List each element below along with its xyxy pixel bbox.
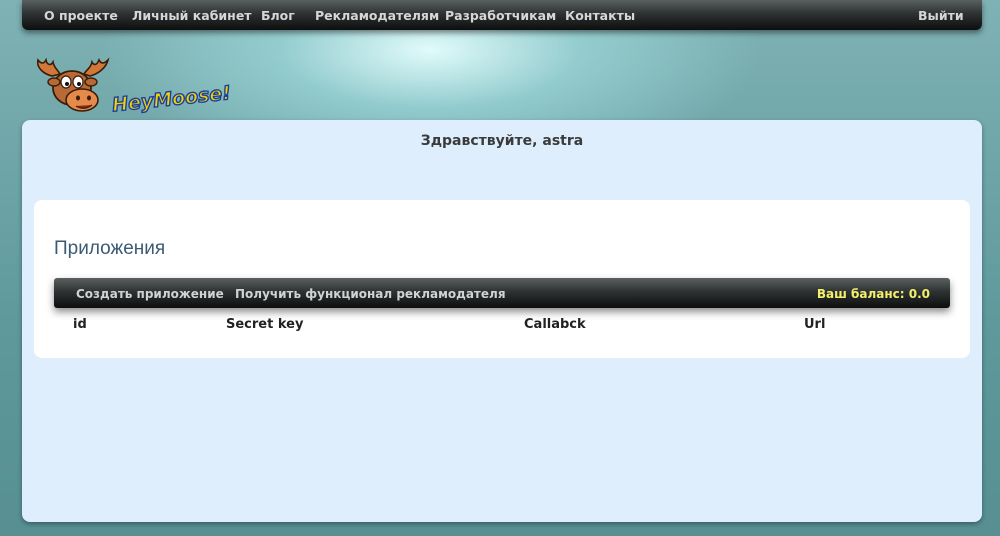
column-header-callback: Callabck xyxy=(524,317,586,332)
main-panel: Здравствуйте, astra Приложения Создать п… xyxy=(22,120,982,522)
nav-item-contacts[interactable]: Контакты xyxy=(565,8,635,23)
nav-item-advertisers[interactable]: Рекламодателям xyxy=(315,8,439,23)
nav-item-blog[interactable]: Блог xyxy=(261,8,295,23)
column-header-id: id xyxy=(73,317,87,332)
greeting-text: Здравствуйте, astra xyxy=(420,133,584,149)
column-header-secret-key: Secret key xyxy=(226,317,304,332)
moose-logo-icon: HeyMoose! xyxy=(36,57,233,117)
balance-label: Ваш баланс: 0.0 xyxy=(816,287,930,301)
top-navigation-bar: О проекте Личный кабинет Блог Рекламодат… xyxy=(22,0,982,30)
nav-item-developers[interactable]: Разработчикам xyxy=(445,8,556,23)
logo-wordmark: HeyMoose! xyxy=(111,82,232,116)
column-header-url: Url xyxy=(804,317,826,332)
get-advertiser-features-button[interactable]: Получить функционал рекламодателя xyxy=(235,287,506,301)
applications-toolbar: Создать приложение Получить функционал р… xyxy=(54,278,950,308)
page-title: Приложения xyxy=(54,238,166,259)
heymoose-logo[interactable]: HeyMoose! xyxy=(34,54,234,118)
nav-item-about[interactable]: О проекте xyxy=(44,8,118,23)
applications-card: Приложения Создать приложение Получить ф… xyxy=(34,200,970,358)
nav-item-account[interactable]: Личный кабинет xyxy=(132,8,252,23)
logout-link[interactable]: Выйти xyxy=(918,8,964,23)
create-app-button[interactable]: Создать приложение xyxy=(76,287,224,301)
